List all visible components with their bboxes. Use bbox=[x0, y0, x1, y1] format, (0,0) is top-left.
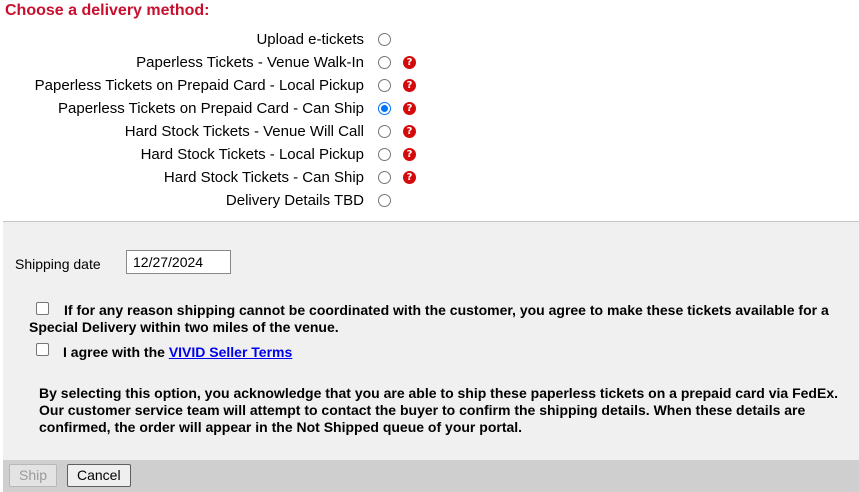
delivery-method-option[interactable]: Upload e-tickets bbox=[0, 29, 420, 52]
delivery-method-label: Hard Stock Tickets - Can Ship bbox=[163, 169, 364, 186]
help-icon[interactable]: ? bbox=[403, 102, 416, 115]
delivery-method-radio[interactable] bbox=[378, 125, 391, 138]
delivery-method-radio-selected[interactable] bbox=[378, 102, 391, 115]
help-icon[interactable]: ? bbox=[403, 171, 416, 184]
delivery-method-option[interactable]: Delivery Details TBD bbox=[0, 190, 420, 213]
seller-terms-text: I agree with the VIVID Seller Terms bbox=[63, 344, 292, 360]
delivery-method-list: Upload e-tickets Paperless Tickets - Ven… bbox=[0, 29, 420, 213]
delivery-method-heading: Choose a delivery method: bbox=[5, 2, 210, 19]
delivery-method-label: Paperless Tickets - Venue Walk-In bbox=[136, 54, 364, 71]
delivery-method-label: Hard Stock Tickets - Local Pickup bbox=[140, 146, 364, 163]
delivery-method-label: Paperless Tickets on Prepaid Card - Can … bbox=[58, 100, 364, 117]
delivery-method-option[interactable]: Hard Stock Tickets - Can Ship ? bbox=[0, 167, 420, 190]
delivery-method-radio[interactable] bbox=[378, 33, 391, 46]
help-icon[interactable]: ? bbox=[403, 56, 416, 69]
delivery-method-label: Hard Stock Tickets - Venue Will Call bbox=[124, 123, 364, 140]
help-icon[interactable]: ? bbox=[403, 148, 416, 161]
delivery-method-radio[interactable] bbox=[378, 56, 391, 69]
delivery-method-label: Paperless Tickets on Prepaid Card - Loca… bbox=[34, 77, 364, 94]
delivery-method-radio[interactable] bbox=[378, 79, 391, 92]
shipping-date-label: Shipping date bbox=[15, 256, 101, 272]
delivery-method-option[interactable]: Paperless Tickets - Venue Walk-In ? bbox=[0, 52, 420, 75]
shipping-details-panel: Shipping date If for any reason shipping… bbox=[3, 221, 859, 461]
seller-terms-checkbox[interactable] bbox=[36, 343, 49, 356]
shipping-acknowledgement-text: By selecting this option, you acknowledg… bbox=[39, 385, 838, 435]
ship-button[interactable]: Ship bbox=[9, 464, 58, 487]
special-delivery-text: If for any reason shipping cannot be coo… bbox=[29, 302, 829, 335]
delivery-method-option[interactable]: Paperless Tickets on Prepaid Card - Loca… bbox=[0, 75, 420, 98]
delivery-method-radio[interactable] bbox=[378, 171, 391, 184]
delivery-method-radio[interactable] bbox=[378, 194, 391, 207]
delivery-method-label: Upload e-tickets bbox=[256, 31, 364, 48]
cancel-button[interactable]: Cancel bbox=[67, 464, 131, 487]
help-icon[interactable]: ? bbox=[403, 79, 416, 92]
action-bar: Ship Cancel bbox=[3, 460, 859, 492]
delivery-method-option[interactable]: Hard Stock Tickets - Venue Will Call ? bbox=[0, 121, 420, 144]
delivery-method-option[interactable]: Paperless Tickets on Prepaid Card - Can … bbox=[0, 98, 420, 121]
delivery-method-radio[interactable] bbox=[378, 148, 391, 161]
seller-terms-link[interactable]: VIVID Seller Terms bbox=[169, 344, 292, 360]
delivery-method-label: Delivery Details TBD bbox=[225, 192, 364, 209]
delivery-method-option[interactable]: Hard Stock Tickets - Local Pickup ? bbox=[0, 144, 420, 167]
help-icon[interactable]: ? bbox=[403, 125, 416, 138]
seller-terms-prefix: I agree with the bbox=[63, 344, 169, 360]
shipping-date-input[interactable] bbox=[126, 250, 231, 274]
